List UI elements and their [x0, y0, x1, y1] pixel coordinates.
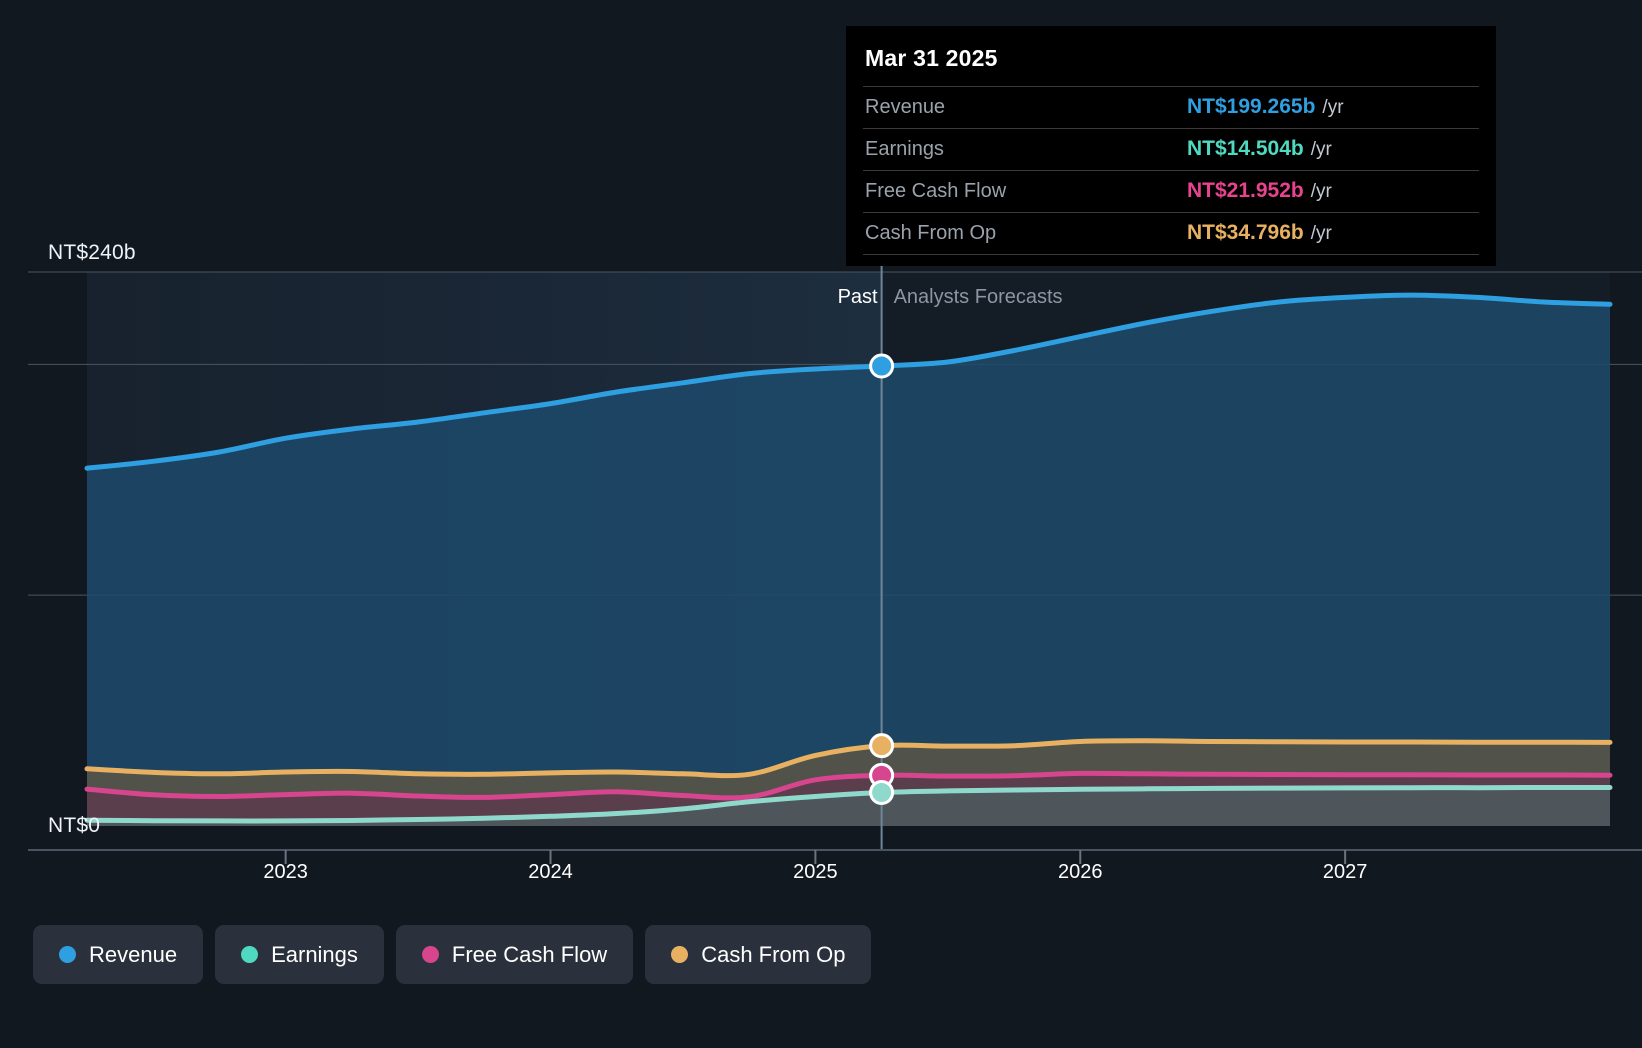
tooltip-rows: Revenue NT$199.265b/yr Earnings NT$14.504b /…	[863, 86, 1479, 255]
forecast-period-label: Analysts Forecasts	[893, 286, 1063, 308]
tooltip-metric-unit: /yr	[1310, 139, 1332, 160]
tooltip-metric-value: NT$14.504b	[1187, 137, 1304, 160]
x-axis-tick-2026: 2026	[1058, 861, 1103, 883]
tooltip-value-group: NT$21.952b/yr	[1187, 179, 1477, 203]
chart-legend[interactable]: Revenue Earnings Free Cash Flow Cash From O…	[33, 925, 872, 984]
y-axis-max-label: NT$240b	[48, 241, 136, 264]
legend-item-label: Cash From Op	[701, 941, 846, 967]
legend-color-dot-icon	[59, 946, 76, 963]
legend-color-dot-icon	[241, 946, 259, 963]
tooltip-metric-label: Earnings	[865, 138, 944, 160]
past-period-label: Past	[837, 286, 878, 308]
legend-item-cash-from-op[interactable]: Cash From Op	[645, 925, 872, 984]
data-point-marker-cash-from-op	[869, 733, 895, 759]
x-axis-tick-2025: 2025	[793, 861, 838, 883]
legend-color-dot-icon	[421, 946, 439, 963]
tooltip-row: Revenue NT$199.265b/yr	[863, 86, 1479, 128]
legend-item-revenue[interactable]: Revenue	[33, 925, 204, 984]
tooltip-metric-label: Free Cash Flow	[865, 180, 1007, 202]
tooltip-value-group: NT$199.265b/yr	[1187, 95, 1477, 119]
tooltip-row: Earnings NT$14.504b/yr	[863, 128, 1479, 170]
tooltip-metric-unit: /yr	[1322, 97, 1344, 118]
tooltip-metric-label: Cash From Op	[865, 222, 997, 244]
tooltip-row: Free Cash Flow NT$21.952b/yr	[863, 170, 1479, 212]
tooltip-metric-unit: /yr	[1310, 181, 1332, 202]
tooltip-metric-value: NT$199.265b	[1187, 95, 1316, 118]
tooltip-value-group: NT$14.504b/yr	[1187, 137, 1477, 161]
x-axis-tick-2024: 2024	[528, 861, 573, 883]
data-point-marker-earnings	[869, 780, 895, 806]
legend-item-earnings[interactable]: Earnings	[215, 925, 384, 984]
tooltip-value-group: NT$34.796b/yr	[1187, 221, 1477, 245]
x-axis-tick-2023: 2023	[263, 861, 308, 883]
financial-chart-widget: NT$240b NT$0 2023 2024 2025 2026 2027 Past A…	[0, 0, 1642, 1048]
tooltip-date: Mar 31 2025	[865, 45, 998, 71]
legend-item-label: Free Cash Flow	[451, 941, 608, 967]
data-point-marker-revenue	[869, 353, 895, 379]
tooltip-metric-value: NT$34.796b	[1187, 221, 1304, 244]
y-axis-zero-label: NT$0	[48, 814, 101, 837]
chart-tooltip: Mar 31 2025 Revenue NT$199.265b/yr Earning…	[846, 26, 1496, 266]
legend-color-dot-icon	[671, 946, 689, 963]
tooltip-metric-unit: /yr	[1310, 223, 1332, 244]
tooltip-metric-label: Revenue	[865, 96, 946, 118]
legend-item-free-cash-flow[interactable]: Free Cash Flow	[395, 925, 634, 984]
legend-item-label: Earnings	[271, 941, 358, 967]
tooltip-row: Cash From Op NT$34.796b/yr	[863, 212, 1479, 255]
legend-item-label: Revenue	[89, 941, 178, 967]
x-axis-tick-2027: 2027	[1322, 861, 1368, 883]
tooltip-metric-value: NT$21.952b	[1187, 179, 1304, 202]
